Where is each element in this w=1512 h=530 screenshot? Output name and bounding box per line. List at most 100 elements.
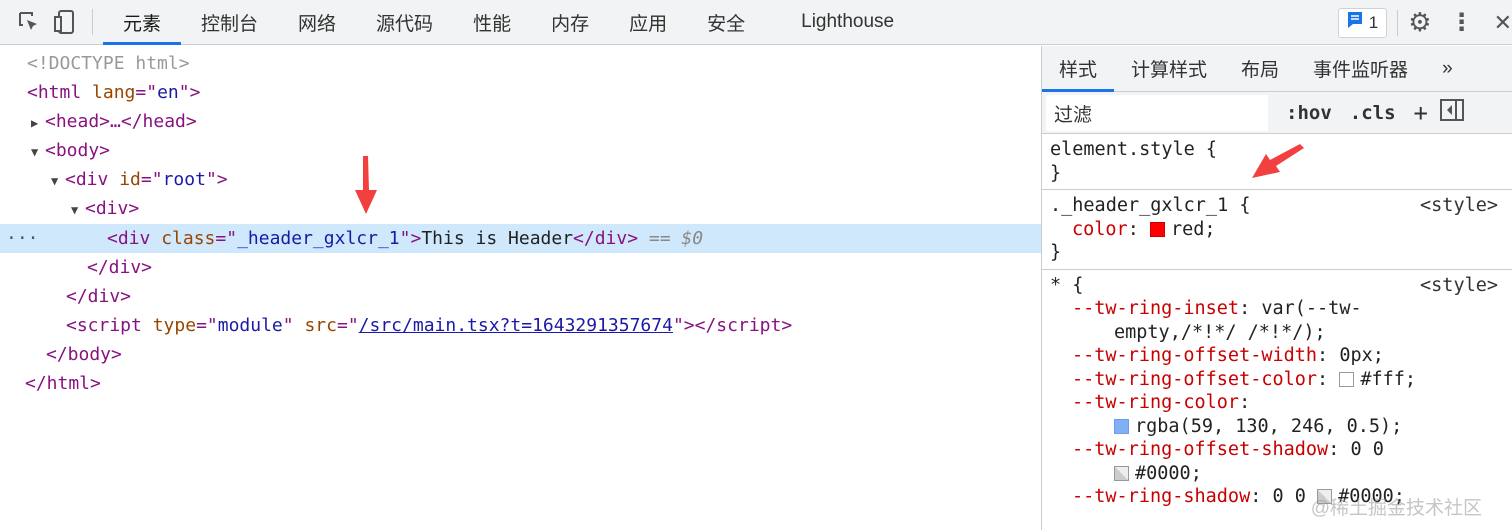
css-value: var(--tw- [1261, 298, 1362, 319]
dom-close-div-root[interactable]: </div> [0, 282, 1041, 311]
color-swatch[interactable] [1339, 371, 1355, 387]
tab-network[interactable]: 网络 [278, 0, 356, 45]
attr-value: en [157, 82, 179, 103]
message-icon [1347, 11, 1363, 34]
tab-computed[interactable]: 计算样式 [1114, 46, 1224, 92]
hov-button[interactable]: :hov [1286, 102, 1332, 124]
tag-name: </html> [25, 373, 101, 394]
tab-memory[interactable]: 内存 [531, 0, 609, 45]
script-src-link[interactable]: /src/main.tsx?t=1643291357674 [359, 315, 673, 336]
inspect-element-icon[interactable] [14, 7, 44, 37]
tab-console[interactable]: 控制台 [181, 0, 278, 45]
dom-node-div[interactable]: ▼ <div> [0, 194, 1041, 223]
more-tabs-chevron-icon[interactable]: » [1425, 46, 1470, 92]
css-property: --tw-ring-offset-color [1072, 368, 1318, 390]
tag-name: </body> [46, 344, 122, 365]
tag-name: <div> [85, 198, 140, 219]
css-property: --tw-ring-color [1072, 392, 1240, 413]
new-style-rule-button[interactable]: + [1414, 99, 1428, 127]
tab-sources[interactable]: 源代码 [356, 0, 453, 45]
tag-name: <head>…</head> [45, 111, 197, 132]
tab-styles[interactable]: 样式 [1042, 46, 1115, 92]
rule-source-link[interactable]: <style> [1420, 194, 1498, 218]
filter-input[interactable]: 过滤 [1046, 94, 1268, 131]
color-swatch[interactable] [1149, 221, 1165, 237]
tag-name: <body> [45, 140, 111, 161]
css-value: #0000; [1135, 462, 1202, 484]
dom-node-selected-header[interactable]: ··· <div class="_header_gxlcr_1">This is … [0, 224, 1041, 253]
tag-name: </div> [573, 228, 639, 249]
css-value: 0 0 [1272, 486, 1306, 507]
more-options-icon[interactable]: ⋮ [1450, 8, 1474, 37]
css-property: --tw-ring-inset [1072, 298, 1240, 319]
css-property: --tw-ring-offset-width [1072, 345, 1318, 366]
tab-event-listeners[interactable]: 事件监听器 [1296, 46, 1425, 92]
collapse-triangle-icon[interactable]: ▼ [31, 138, 45, 167]
rule-source-link[interactable]: <style> [1420, 274, 1498, 298]
tab-lighthouse[interactable]: Lighthouse [781, 0, 914, 45]
collapse-triangle-icon[interactable]: ▼ [51, 167, 65, 196]
css-value: #fff; [1360, 368, 1417, 390]
watermark: @稀土掘金技术社区 [1310, 498, 1482, 519]
device-toolbar-icon[interactable] [50, 7, 80, 37]
cls-button[interactable]: .cls [1350, 102, 1396, 124]
devtools-toolbar: 元素 控制台 网络 源代码 性能 内存 应用 安全 Lighthouse 1 ⚙… [0, 0, 1512, 45]
issues-count: 1 [1368, 12, 1379, 32]
tag-name: ></script> [683, 315, 793, 336]
dom-close-body[interactable]: </body> [0, 340, 1041, 369]
attr-value: _header_gxlcr_1 [237, 228, 400, 249]
css-value: 0px; [1339, 345, 1384, 366]
element-style-rule[interactable]: element.style { } [1042, 134, 1512, 190]
color-swatch[interactable] [1114, 465, 1129, 481]
styles-filter-bar: 过滤 :hov .cls + [1042, 92, 1512, 134]
close-icon[interactable]: ✕ [1494, 10, 1512, 36]
css-property: color [1072, 218, 1128, 240]
attr-name: lang [92, 82, 136, 103]
node-text: This is Header [421, 228, 574, 249]
tab-performance[interactable]: 性能 [453, 0, 531, 45]
tag-name: </div> [66, 286, 132, 307]
css-value: empty,/*!*/ /*!*/); [1114, 321, 1326, 343]
tab-application[interactable]: 应用 [609, 0, 687, 45]
tag-name: <script [66, 315, 142, 336]
tag-name: <div [107, 228, 151, 249]
dom-node-div-root[interactable]: ▼ <div id="root"> [0, 165, 1041, 194]
attr-name: src [304, 315, 337, 336]
color-swatch[interactable] [1114, 418, 1129, 434]
tag-name: <html [27, 82, 82, 103]
tab-elements[interactable]: 元素 [103, 0, 182, 45]
attr-name: class [161, 228, 216, 249]
universal-rule[interactable]: * { <style> --tw-ring-inset: var(--tw- e… [1042, 270, 1512, 513]
tab-security[interactable]: 安全 [687, 0, 765, 45]
red-arrow-annotation-icon [1252, 144, 1304, 178]
dom-node-html[interactable]: <html lang="en"> [0, 78, 1041, 107]
header-class-rule[interactable]: ._header_gxlcr_1 { <style> color: red; } [1042, 190, 1512, 270]
tab-layout[interactable]: 布局 [1224, 46, 1296, 92]
toggle-sidebar-icon[interactable] [1439, 99, 1464, 126]
dom-node-body[interactable]: ▼ <body> [0, 136, 1041, 165]
attr-name: type [152, 315, 197, 336]
elements-dom-tree: <!DOCTYPE html> <html lang="en"> ▶ <head>… [0, 46, 1041, 530]
expand-triangle-icon[interactable]: ▶ [31, 109, 45, 138]
tag-name: <div [65, 169, 109, 190]
css-value: rgba(59, 130, 246, 0.5); [1135, 415, 1403, 437]
styles-pane: 样式 计算样式 布局 事件监听器 » 过滤 :hov .cls + elemen… [1041, 46, 1512, 530]
settings-gear-icon[interactable]: ⚙ [1408, 7, 1431, 38]
css-property: --tw-ring-shadow [1072, 486, 1251, 507]
css-value: red; [1170, 218, 1216, 240]
attr-name: id [119, 169, 141, 190]
dom-node-script[interactable]: <script type="module" src="/src/main.tsx… [0, 311, 1041, 340]
issues-button[interactable]: 1 [1337, 7, 1388, 38]
node-actions-ellipsis[interactable]: ··· [6, 224, 107, 253]
rule-close: } [1050, 242, 1062, 263]
css-property: --tw-ring-offset-shadow [1072, 439, 1329, 460]
styles-tabs: 样式 计算样式 布局 事件监听器 » [1042, 46, 1512, 92]
dom-close-html[interactable]: </html> [0, 369, 1041, 398]
dom-close-div[interactable]: </div> [0, 253, 1041, 282]
tag-name: </div> [87, 257, 153, 278]
dom-doctype[interactable]: <!DOCTYPE html> [0, 49, 1041, 78]
dom-node-head[interactable]: ▶ <head>…</head> [0, 107, 1041, 136]
attr-value: root [162, 169, 206, 190]
divider [92, 9, 93, 35]
collapse-triangle-icon[interactable]: ▼ [71, 196, 85, 225]
